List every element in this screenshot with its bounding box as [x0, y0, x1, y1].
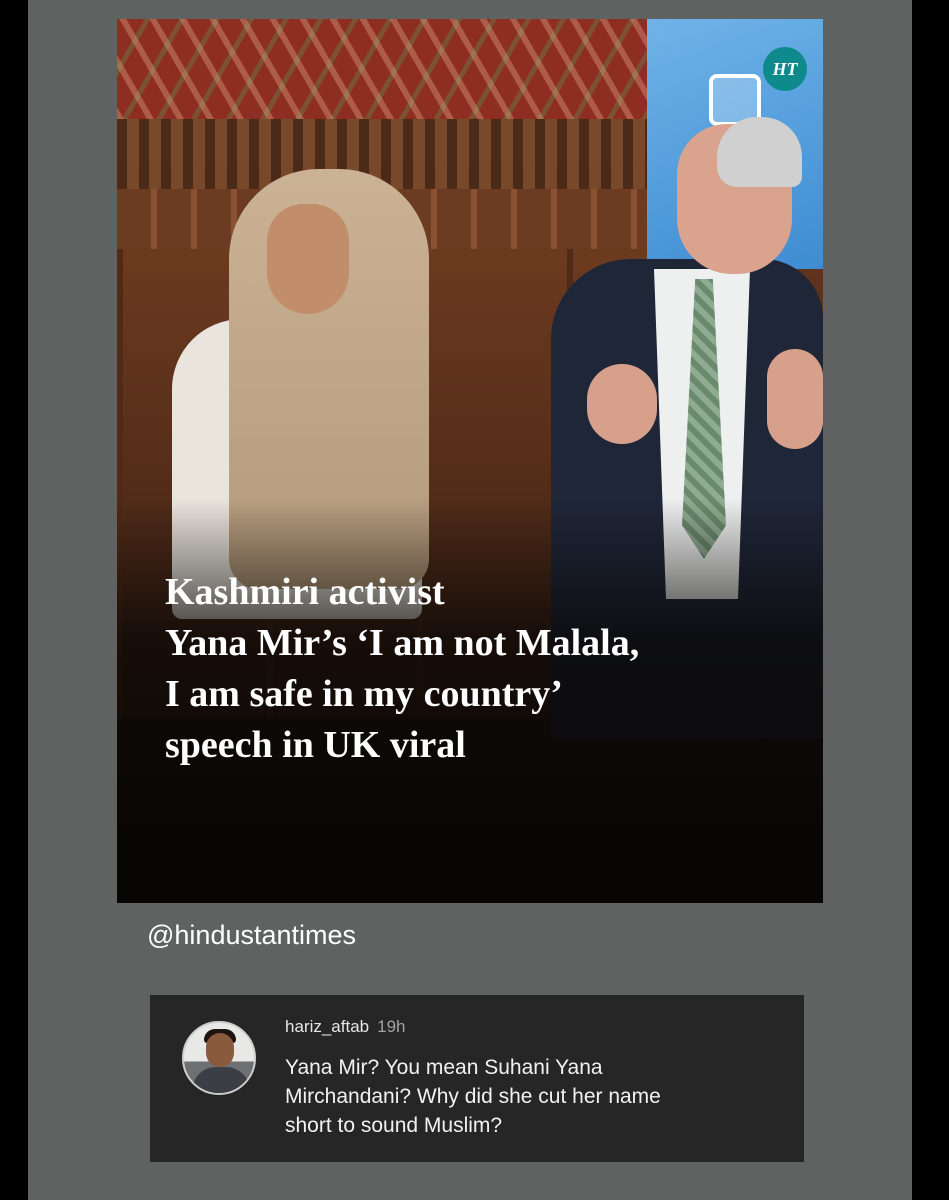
comment-card: hariz_aftab 19h Yana Mir? You mean Suhani… — [150, 995, 804, 1162]
ceiling-decoration — [117, 19, 647, 119]
headline-line: Yana Mir’s ‘I am not Malala, — [165, 622, 640, 664]
comment-time: 19h — [377, 1017, 406, 1036]
headline-line: speech in UK viral — [165, 724, 466, 766]
post-headline: Kashmiri activist Yana Mir’s ‘I am not M… — [165, 567, 805, 771]
comment-line: Mirchandani? Why did she cut her name — [285, 1085, 661, 1108]
man-hand-right — [767, 349, 823, 449]
comment-username[interactable]: hariz_aftab — [285, 1017, 369, 1036]
woman-face — [267, 204, 349, 314]
headline-line: I am safe in my country’ — [165, 673, 563, 715]
man-hand-left — [587, 364, 657, 444]
comment-meta: hariz_aftab 19h — [285, 1017, 406, 1037]
man-hair — [717, 117, 802, 187]
headline-line: Kashmiri activist — [165, 571, 445, 613]
avatar-body — [192, 1067, 250, 1093]
ht-logo: HT — [763, 47, 807, 91]
comment-text: Yana Mir? You mean Suhani Yana Mirchanda… — [285, 1053, 785, 1140]
comment-line: Yana Mir? You mean Suhani Yana — [285, 1056, 603, 1079]
carved-frieze — [117, 119, 647, 189]
avatar-head — [206, 1033, 234, 1067]
avatar[interactable] — [182, 1021, 256, 1095]
account-handle[interactable]: @hindustantimes — [147, 920, 356, 951]
comment-line: short to sound Muslim? — [285, 1114, 503, 1137]
post-image[interactable]: HT Kashmiri activist Yana Mir’s ‘I am no… — [117, 19, 823, 903]
